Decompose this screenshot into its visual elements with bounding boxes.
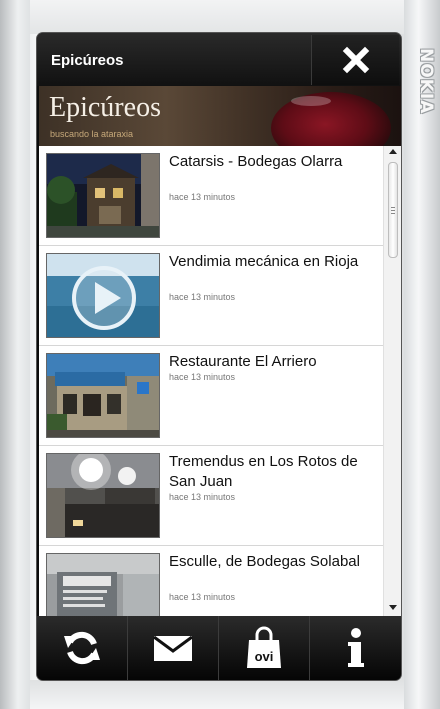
post-title: Restaurante El Arriero — [169, 353, 317, 370]
nokia-logo: NOKIA — [416, 48, 436, 115]
app-screen: Epicúreos Epicúreos buscando la ataraxia — [37, 33, 401, 680]
list-item[interactable]: Restaurante El Arriero hace 13 minutos — [39, 346, 383, 446]
bottom-toolbar: ovi — [37, 616, 401, 680]
ovi-store-button[interactable]: ovi — [219, 616, 310, 680]
list-item[interactable]: Esculle, de Bodegas Solabal hace 13 minu… — [39, 546, 383, 616]
post-time: hace 13 minutos — [169, 192, 236, 202]
post-title: Vendimia mecánica en Rioja — [169, 253, 359, 270]
post-time: hace 13 minutos — [169, 292, 236, 302]
scroll-up-arrow-icon[interactable] — [389, 149, 397, 154]
video-thumbnail-play — [47, 254, 159, 337]
grip-line — [391, 207, 395, 208]
post-thumbnail — [46, 553, 160, 616]
blog-banner: Epicúreos buscando la ataraxia — [39, 86, 401, 146]
scroll-down-arrow-icon[interactable] — [389, 605, 397, 610]
device-left-edge — [0, 0, 30, 709]
grip-line — [391, 213, 395, 214]
scrollbar[interactable] — [383, 146, 401, 616]
info-button[interactable] — [310, 616, 401, 680]
list-item[interactable]: Tremendus en Los Rotos de San Juan hace … — [39, 446, 383, 546]
title-bar: Epicúreos — [37, 33, 401, 86]
photo-restaurant-front — [47, 354, 159, 437]
list-item[interactable]: Vendimia mecánica en Rioja hace 13 minut… — [39, 246, 383, 346]
app-title: Epicúreos — [51, 52, 124, 69]
ovi-bag-icon: ovi — [247, 626, 281, 668]
photo-bar-lights — [47, 454, 159, 537]
post-thumbnail — [46, 153, 160, 238]
post-list: Catarsis - Bodegas Olarra hace 13 minuto… — [39, 146, 401, 616]
post-time: hace 13 minutos — [169, 372, 236, 382]
wine-glare — [291, 96, 331, 106]
banner-subtitle: buscando la ataraxia — [50, 129, 134, 139]
close-button[interactable] — [311, 35, 399, 85]
info-icon — [347, 628, 364, 667]
refresh-icon — [64, 631, 100, 665]
wine-glass-image — [271, 92, 391, 146]
ovi-label: ovi — [255, 649, 274, 664]
device-bottom-edge — [30, 680, 404, 709]
post-time: hace 13 minutos — [169, 592, 236, 602]
post-thumbnail — [46, 353, 160, 438]
refresh-button[interactable] — [37, 616, 128, 680]
post-title: Tremendus en Los Rotos de San Juan — [169, 453, 358, 490]
post-time: hace 13 minutos — [169, 492, 236, 502]
grip-line — [391, 210, 395, 211]
post-thumbnail — [46, 453, 160, 538]
close-icon — [342, 46, 369, 74]
banner-title: Epicúreos — [49, 92, 161, 123]
post-title: Catarsis - Bodegas Olarra — [169, 153, 343, 170]
device-top-edge — [30, 0, 404, 34]
post-title: Esculle, de Bodegas Solabal — [169, 553, 360, 570]
scroll-thumb[interactable] — [388, 162, 398, 258]
photo-bodega-night — [47, 154, 159, 237]
photo-bodega-sign — [47, 554, 159, 616]
mail-icon — [153, 635, 193, 661]
mail-button[interactable] — [128, 616, 219, 680]
list-item[interactable]: Catarsis - Bodegas Olarra hace 13 minuto… — [39, 146, 383, 246]
post-thumbnail — [46, 253, 160, 338]
